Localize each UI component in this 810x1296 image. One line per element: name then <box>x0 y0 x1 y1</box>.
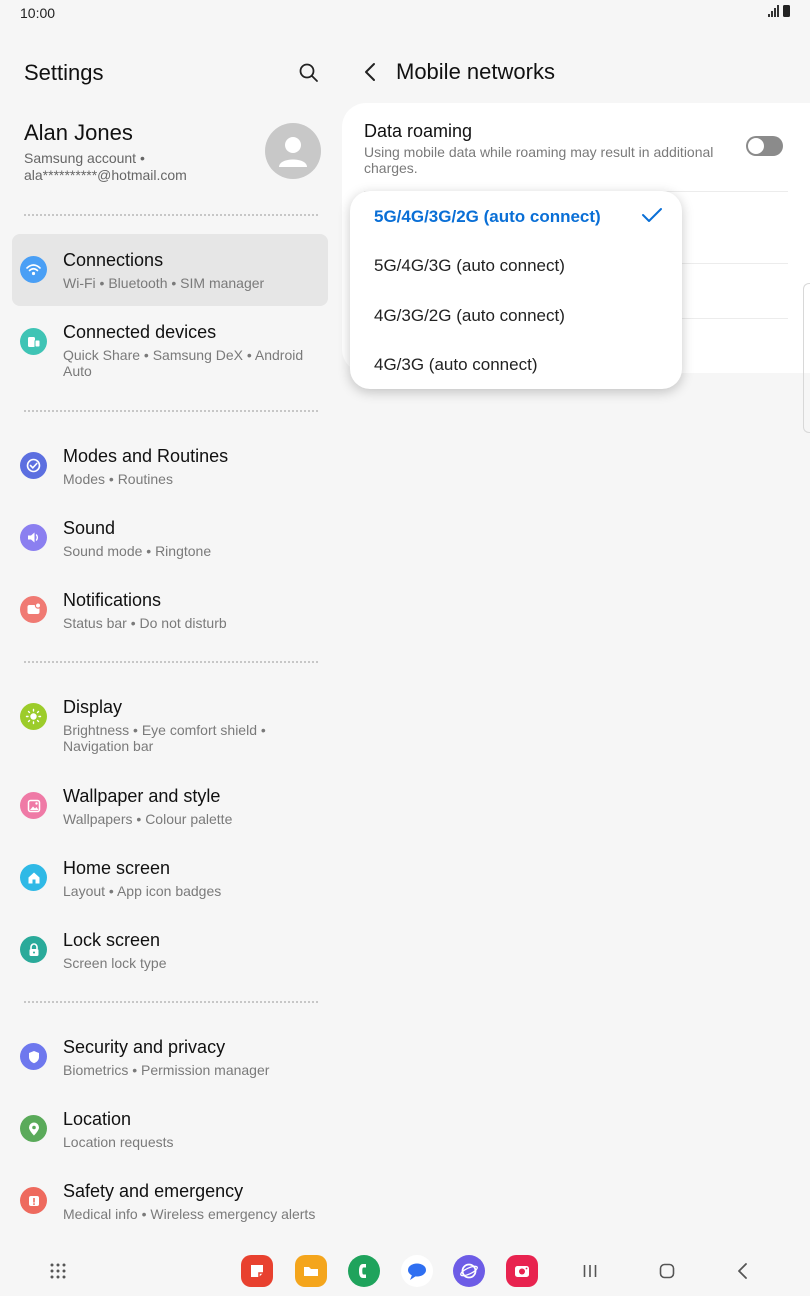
item-title: Location <box>63 1109 132 1129</box>
phone-app-icon[interactable] <box>348 1255 380 1287</box>
avatar[interactable] <box>265 123 321 179</box>
settings-item-security-and-privacy[interactable]: Security and privacy Biometrics • Permis… <box>12 1021 328 1093</box>
data-roaming-toggle[interactable] <box>746 136 783 156</box>
shield-icon <box>20 1043 47 1070</box>
divider <box>24 661 318 663</box>
item-subtitle: Modes • Routines <box>63 471 173 487</box>
home-button[interactable] <box>656 1260 678 1282</box>
emergency-icon <box>20 1187 47 1214</box>
settings-item-connections[interactable]: Connections Wi-Fi • Bluetooth • SIM mana… <box>12 234 328 306</box>
item-subtitle: Medical info • Wireless emergency alerts <box>63 1206 316 1222</box>
my-files-app-icon[interactable] <box>295 1255 327 1287</box>
item-subtitle: Status bar • Do not disturb <box>63 615 227 631</box>
devices-icon <box>20 328 47 355</box>
messages-app-icon[interactable] <box>401 1255 433 1287</box>
check-icon <box>642 208 662 222</box>
item-subtitle: Screen lock type <box>63 955 167 971</box>
status-time: 10:00 <box>20 5 56 21</box>
item-title: Display <box>63 697 123 717</box>
item-title: Connections <box>63 250 164 270</box>
network-mode-option-4[interactable]: 4G/3G (auto connect) <box>374 355 537 375</box>
modes-icon <box>20 452 47 479</box>
scrollbar[interactable] <box>803 283 810 433</box>
wallpaper-icon <box>20 792 47 819</box>
divider <box>24 1001 318 1003</box>
item-title: Modes and Routines <box>63 446 229 466</box>
page-title: Settings <box>24 60 104 85</box>
item-title: Notifications <box>63 590 162 610</box>
item-title: Wallpaper and style <box>63 786 221 806</box>
wifi-icon <box>20 256 47 283</box>
recent-apps-button[interactable] <box>579 1260 601 1282</box>
speaker-icon <box>20 524 47 551</box>
signal-icon <box>768 5 779 17</box>
item-subtitle: Biometrics • Permission manager <box>63 1062 270 1078</box>
settings-item-notifications[interactable]: Notifications Status bar • Do not distur… <box>12 574 328 646</box>
chevron-left-icon <box>365 63 375 81</box>
item-subtitle: Wallpapers • Colour palette <box>63 811 233 827</box>
status-icons <box>768 5 790 17</box>
item-subtitle: Location requests <box>63 1134 174 1150</box>
toggle-knob <box>747 137 765 155</box>
settings-item-connected-devices[interactable]: Connected devices Quick Share • Samsung … <box>12 306 328 379</box>
detail-header: Mobile networks <box>360 58 555 86</box>
search-button[interactable] <box>296 60 322 86</box>
location-pin-icon <box>20 1115 47 1142</box>
detail-title: Mobile networks <box>396 59 555 84</box>
settings-item-location[interactable]: Location Location requests <box>12 1093 328 1165</box>
settings-item-safety-and-emergency[interactable]: Safety and emergency Medical info • Wire… <box>12 1165 328 1237</box>
status-bar: 10:00 <box>0 0 810 26</box>
settings-item-lock-screen[interactable]: Lock screen Screen lock type <box>12 914 328 986</box>
item-title: Home screen <box>63 858 171 878</box>
navigation-bar <box>0 1250 810 1296</box>
back-nav-button[interactable] <box>732 1260 754 1282</box>
back-button[interactable] <box>360 58 384 86</box>
app-drawer-button[interactable] <box>47 1260 69 1282</box>
settings-item-wallpaper-and-style[interactable]: Wallpaper and style Wallpapers • Colour … <box>12 770 328 842</box>
settings-item-display[interactable]: Display Brightness • Eye comfort shield … <box>12 681 328 754</box>
network-mode-option-3[interactable]: 4G/3G/2G (auto connect) <box>374 306 565 326</box>
home-icon <box>20 864 47 891</box>
home-square-icon <box>659 1263 675 1279</box>
data-roaming-description: Using mobile data while roaming may resu… <box>364 144 714 176</box>
recents-icon <box>583 1265 597 1277</box>
network-mode-option-1[interactable]: 5G/4G/3G/2G (auto connect) <box>374 207 601 227</box>
search-icon <box>299 63 318 82</box>
item-subtitle: Brightness • Eye comfort shield • Naviga… <box>63 722 266 754</box>
battery-icon <box>783 5 790 17</box>
item-title: Safety and emergency <box>63 1181 244 1201</box>
item-subtitle: Quick Share • Samsung DeX • Android Auto <box>63 347 304 379</box>
item-title: Security and privacy <box>63 1037 226 1057</box>
lock-icon <box>20 936 47 963</box>
settings-item-modes-and-routines[interactable]: Modes and Routines Modes • Routines <box>12 430 328 502</box>
item-subtitle: Sound mode • Ringtone <box>63 543 212 559</box>
divider <box>24 214 318 216</box>
network-mode-option-2[interactable]: 5G/4G/3G (auto connect) <box>374 256 565 276</box>
grid-icon <box>50 1263 66 1279</box>
item-subtitle: Layout • App icon badges <box>63 883 222 899</box>
brightness-icon <box>20 703 47 730</box>
item-title: Lock screen <box>63 930 161 950</box>
divider <box>24 410 318 412</box>
item-title: Sound <box>63 518 116 538</box>
item-title: Connected devices <box>63 322 217 342</box>
network-mode-popup[interactable]: 5G/4G/3G/2G (auto connect) 5G/4G/3G (aut… <box>350 191 682 389</box>
chevron-left-icon <box>738 1263 747 1279</box>
data-roaming-title[interactable]: Data roaming <box>364 121 472 142</box>
person-icon <box>279 137 307 167</box>
internet-app-icon[interactable] <box>453 1255 485 1287</box>
item-subtitle: Wi-Fi • Bluetooth • SIM manager <box>63 275 265 291</box>
settings-item-sound[interactable]: Sound Sound mode • Ringtone <box>12 502 328 574</box>
notes-app-icon[interactable] <box>241 1255 273 1287</box>
camera-app-icon[interactable] <box>506 1255 538 1287</box>
settings-item-home-screen[interactable]: Home screen Layout • App icon badges <box>12 842 328 914</box>
notification-icon <box>20 596 47 623</box>
settings-list-pane[interactable]: Settings Alan Jones Samsung account • al… <box>0 26 340 1250</box>
